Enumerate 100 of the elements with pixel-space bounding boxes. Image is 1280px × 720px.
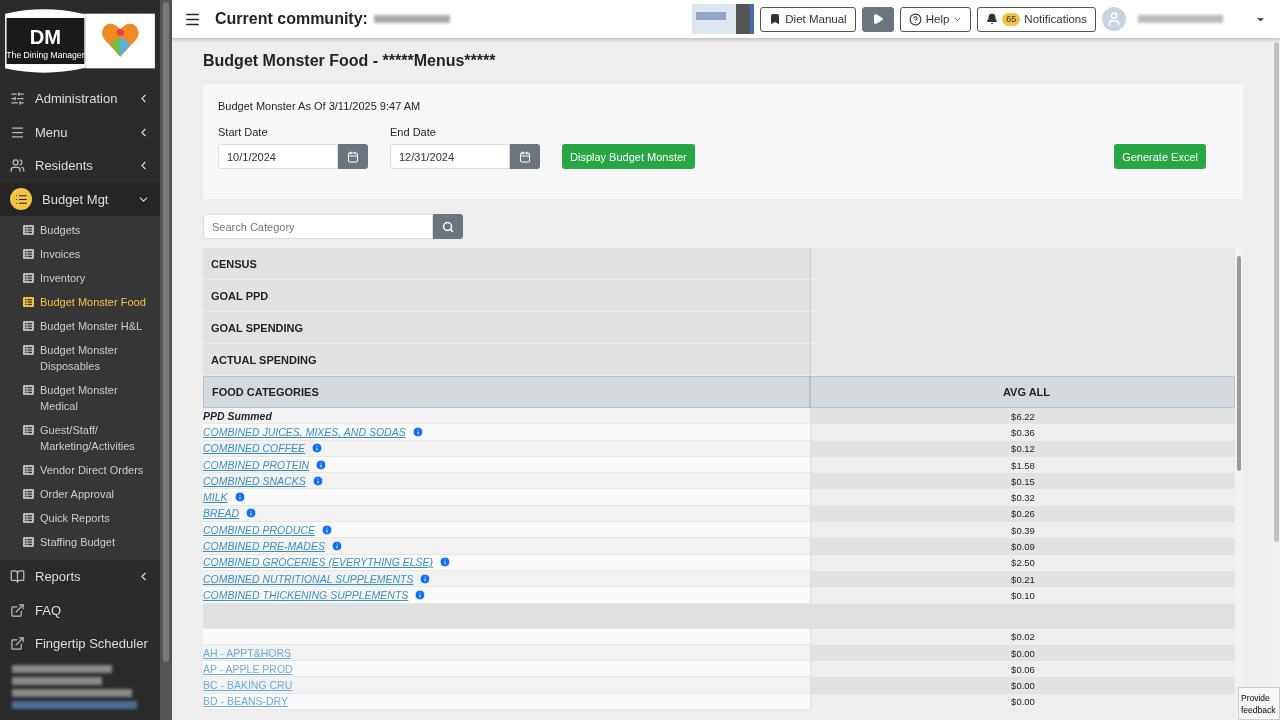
submenu-item[interactable]: Order Approval [0, 482, 160, 506]
help-icon [908, 12, 922, 26]
total-label: PPD Summed [203, 409, 272, 422]
help-button[interactable]: Help [899, 6, 972, 32]
info-icon[interactable] [315, 458, 328, 471]
info-icon[interactable] [321, 523, 333, 536]
notifications-button[interactable]: 65 Notifications [977, 6, 1096, 32]
calendar-button[interactable] [510, 144, 540, 169]
submenu-item[interactable]: Guest/Staff/ Marketing/Activities [0, 418, 160, 458]
search-icon [442, 220, 454, 233]
info-icon[interactable] [330, 540, 343, 552]
submenu-label: Budget Monster Food [40, 295, 146, 310]
submenu-item[interactable]: Budget Monster Disposables [0, 338, 160, 378]
calendar-icon [519, 150, 531, 163]
sidebar-item[interactable]: Residents [0, 149, 160, 183]
submenu-label: Inventory [40, 271, 86, 286]
info-icon[interactable] [414, 588, 427, 601]
submenu-label: Budget Monster Medical [40, 383, 119, 414]
scrollbar-thumb[interactable] [163, 2, 169, 662]
as-of-text: Budget Monster As Of 3/11/2025 9:47 AM [218, 100, 422, 112]
start-date-field[interactable]: 10/1/2024 [218, 144, 338, 169]
category-link[interactable]: COMBINED GROCERIES (EVERYTHING ELSE) [203, 556, 434, 569]
list-icon [23, 425, 34, 435]
info-icon[interactable] [311, 442, 324, 455]
submenu-item[interactable]: Invoices [0, 242, 160, 266]
info-icon[interactable] [411, 425, 424, 438]
list-icon [23, 273, 34, 283]
field-label: Start Date [218, 126, 269, 138]
list-icon [23, 225, 34, 235]
table-cell: $0.09 [810, 538, 1235, 555]
sidebar-label: Administration [35, 91, 119, 107]
community-title: Current community: [215, 10, 368, 28]
sidebar-item[interactable]: FAQ [0, 593, 160, 627]
submenu-label: Quick Reports [40, 511, 110, 526]
submenu-item[interactable]: Budget Monster H&L [0, 314, 160, 338]
play-button[interactable] [861, 6, 894, 32]
scrollbar-thumb[interactable] [1237, 256, 1241, 471]
sidebar-item[interactable]: Menu [0, 115, 160, 149]
bell-icon [986, 13, 999, 25]
end-date-field[interactable]: 12/31/2024 [390, 144, 510, 169]
scrollbar-thumb[interactable] [1273, 42, 1279, 542]
sidebar-item[interactable]: Administration [0, 82, 160, 116]
submenu-label: Budget Monster H&L [40, 319, 143, 334]
submenu-label: Vendor Direct Orders [40, 463, 144, 478]
sliders-icon [10, 91, 25, 107]
category-link[interactable]: COMBINED PRODUCE [203, 523, 315, 536]
column-header: AVG ALL [810, 376, 1235, 408]
sidebar-label: Fingertip Scheduler [35, 636, 149, 652]
submenu-item[interactable]: Budget Monster Medical [0, 378, 160, 418]
submenu-label: Staffing Budget [40, 535, 116, 550]
row-label: CENSUS [203, 248, 810, 280]
submenu-item[interactable]: Staffing Budget [0, 530, 160, 554]
external-link-icon [10, 636, 25, 652]
sidebar-label: Menu [35, 124, 69, 140]
submenu-label: Budgets [40, 223, 81, 238]
list-icon [23, 297, 34, 307]
category-link[interactable]: COMBINED PROTEIN [203, 458, 310, 471]
list-icon [23, 489, 34, 499]
list-icon [23, 249, 34, 259]
submenu-item[interactable]: Quick Reports [0, 506, 160, 530]
submenu-item[interactable]: Inventory [0, 266, 160, 290]
row-label: GOAL PPD [203, 280, 810, 312]
submenu-label: Order Approval [40, 487, 114, 502]
category-link[interactable]: COMBINED JUICES, MIXES, AND SODAS [203, 425, 406, 438]
feedback-button[interactable]: Provide feedback [1238, 687, 1280, 720]
table-cell: $6.22 [810, 408, 1235, 425]
diet-manual-button[interactable]: Diet Manual [760, 6, 856, 32]
list-icon [23, 537, 34, 547]
row-label: ACTUAL SPENDING [203, 344, 810, 376]
list-icon [23, 321, 34, 331]
submenu-item[interactable]: Vendor Direct Orders [0, 458, 160, 482]
submenu-label: Budget Monster Disposables [40, 343, 119, 374]
sidebar-label: Budget Mgt [42, 191, 110, 207]
info-icon[interactable] [311, 474, 324, 487]
info-icon[interactable] [439, 556, 452, 569]
bookmark-icon [769, 13, 782, 25]
search-button[interactable] [433, 214, 463, 239]
list-icon [23, 513, 34, 523]
info-icon[interactable] [233, 491, 246, 504]
sidebar-item[interactable]: Budget Mgt [0, 182, 160, 216]
category-link[interactable]: MILK [203, 491, 228, 504]
search-field[interactable]: Search Category [203, 214, 433, 239]
calendar-icon [347, 150, 359, 163]
play-icon [871, 13, 884, 25]
notification-count: 65 [1002, 12, 1021, 26]
sidebar-item[interactable]: Fingertip Scheduler [0, 627, 160, 661]
submenu-label: Invoices [40, 247, 81, 262]
submenu-item[interactable]: Budgets [0, 218, 160, 242]
table-cell: $0.00 [810, 677, 1235, 694]
sidebar-item[interactable]: Reports [0, 560, 160, 594]
list-icon [14, 192, 28, 206]
submenu-item[interactable]: Budget Monster Food [0, 290, 160, 314]
list-icon [23, 465, 34, 475]
info-icon[interactable] [245, 507, 258, 520]
external-link-icon [10, 602, 25, 618]
calendar-button[interactable] [338, 144, 368, 169]
info-icon[interactable] [419, 572, 432, 585]
row-label: GOAL SPENDING [203, 312, 810, 344]
category-link[interactable]: COMBINED THICKENING SUPPLEMENTS [203, 588, 409, 601]
list-icon [23, 385, 34, 395]
